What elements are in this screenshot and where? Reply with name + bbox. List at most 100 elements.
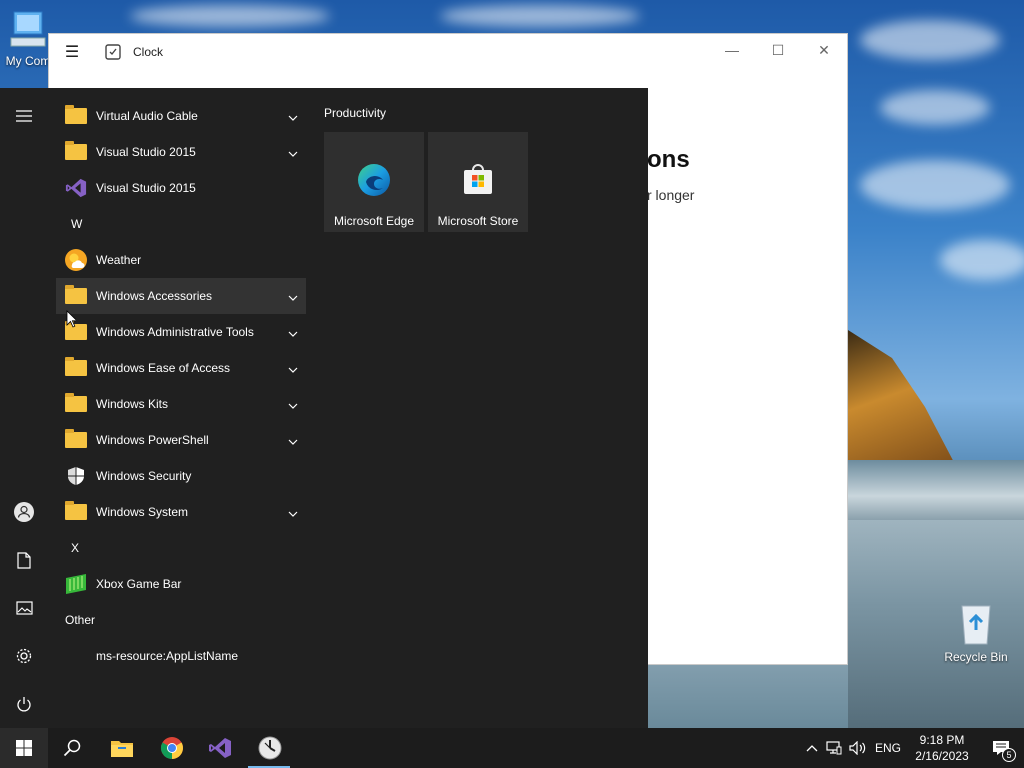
app-item-label: Windows Security bbox=[96, 469, 192, 483]
tiles-group-productivity: Productivity Microsoft Edge Microsoft St… bbox=[324, 106, 528, 232]
clock-heading: ons bbox=[647, 146, 690, 173]
taskbar-file-explorer[interactable] bbox=[98, 728, 146, 768]
app-item-windows-powershell[interactable]: Windows PowerShell bbox=[56, 422, 306, 458]
desktop-icon-label: My Com bbox=[5, 54, 51, 68]
app-item-windows-security[interactable]: Windows Security bbox=[56, 458, 306, 494]
app-item-windows-system[interactable]: Windows System bbox=[56, 494, 306, 530]
language-indicator[interactable]: ENG bbox=[870, 728, 906, 768]
app-item-windows-accessories[interactable]: Windows Accessories bbox=[56, 278, 306, 314]
visual-studio-icon bbox=[64, 176, 88, 200]
folder-icon bbox=[64, 140, 88, 164]
app-item-label: Windows System bbox=[96, 505, 189, 519]
mouse-cursor-icon bbox=[66, 310, 76, 328]
recycle-bin-icon bbox=[956, 600, 996, 646]
shield-icon bbox=[64, 464, 88, 488]
wallpaper-cliff bbox=[848, 330, 958, 470]
folder-icon bbox=[64, 284, 88, 308]
folder-icon bbox=[64, 356, 88, 380]
group-header-other: Other bbox=[65, 613, 96, 627]
wallpaper-sea bbox=[848, 460, 1024, 520]
app-item-windows-kits[interactable]: Windows Kits bbox=[56, 386, 306, 422]
search-icon bbox=[63, 739, 81, 757]
desktop-icon-recycle-bin[interactable]: Recycle Bin bbox=[940, 600, 1012, 664]
tile-microsoft-store[interactable]: Microsoft Store bbox=[428, 132, 528, 232]
chevron-down-icon[interactable] bbox=[288, 110, 298, 124]
volume-icon[interactable] bbox=[846, 728, 870, 768]
network-icon[interactable] bbox=[822, 728, 846, 768]
power-icon[interactable] bbox=[0, 684, 48, 724]
clock-app-icon bbox=[105, 44, 121, 60]
app-item-visual-studio-2015[interactable]: Visual Studio 2015 bbox=[56, 170, 306, 206]
app-item-label: Visual Studio 2015 bbox=[96, 181, 196, 195]
taskbar-visual-studio[interactable] bbox=[196, 728, 244, 768]
folder-icon bbox=[64, 392, 88, 416]
folder-icon bbox=[64, 500, 88, 524]
tile-label: Microsoft Store bbox=[437, 214, 519, 228]
store-icon bbox=[464, 164, 492, 194]
app-item-label: Windows PowerShell bbox=[96, 433, 209, 447]
taskbar: ENG 9:18 PM 2/16/2023 5 bbox=[0, 728, 1024, 768]
document-icon[interactable] bbox=[0, 540, 48, 580]
chevron-down-icon[interactable] bbox=[288, 398, 298, 412]
tile-label: Microsoft Edge bbox=[333, 214, 415, 228]
edge-icon bbox=[358, 164, 390, 196]
folder-icon bbox=[64, 104, 88, 128]
app-item-label: Windows Accessories bbox=[96, 289, 213, 303]
chevron-down-icon[interactable] bbox=[288, 362, 298, 376]
taskbar-chrome[interactable] bbox=[148, 728, 196, 768]
app-item-visual-studio-2015[interactable]: Visual Studio 2015 bbox=[56, 134, 306, 170]
taskbar-clock-app[interactable] bbox=[246, 728, 294, 768]
start-button[interactable] bbox=[0, 728, 48, 768]
clock-subtext: r longer bbox=[647, 187, 695, 203]
start-menu: Virtual Audio Cable Visual Studio 2015 Vis… bbox=[0, 88, 648, 728]
minimize-button[interactable]: — bbox=[709, 34, 755, 66]
app-item-ms-resource-applistname[interactable]: ms-resource:AppListName bbox=[56, 638, 306, 674]
app-item-label: Weather bbox=[96, 253, 142, 267]
app-item-virtual-audio-cable[interactable]: Virtual Audio Cable bbox=[56, 98, 306, 134]
close-button[interactable]: ✕ bbox=[801, 34, 847, 66]
app-item-xbox-game-bar[interactable]: Xbox Game Bar bbox=[56, 566, 306, 602]
clock-icon bbox=[258, 736, 282, 760]
action-center-button[interactable]: 5 bbox=[978, 728, 1024, 768]
weather-icon bbox=[64, 248, 88, 272]
user-icon[interactable] bbox=[0, 492, 48, 532]
tiles-group-title: Productivity bbox=[324, 106, 387, 120]
system-tray: ENG 9:18 PM 2/16/2023 5 bbox=[802, 728, 1024, 768]
tray-chevron-up-icon[interactable] bbox=[802, 728, 822, 768]
taskbar-search-button[interactable] bbox=[48, 728, 96, 768]
pictures-icon[interactable] bbox=[0, 588, 48, 628]
letter-header-w[interactable]: W bbox=[56, 206, 306, 242]
chevron-down-icon[interactable] bbox=[288, 290, 298, 304]
start-rail bbox=[0, 88, 48, 728]
app-item-weather[interactable]: Weather bbox=[56, 242, 306, 278]
desktop-icon-label: Recycle Bin bbox=[944, 650, 1008, 664]
settings-icon[interactable] bbox=[0, 636, 48, 676]
taskbar-clock[interactable]: 9:18 PM 2/16/2023 bbox=[906, 728, 978, 768]
chrome-icon bbox=[161, 737, 183, 759]
chevron-down-icon[interactable] bbox=[288, 326, 298, 340]
clock-titlebar[interactable]: ☰ Clock — ☐ ✕ bbox=[49, 34, 847, 70]
app-item-windows-ease-of-access[interactable]: Windows Ease of Access bbox=[56, 350, 306, 386]
app-item-label: Xbox Game Bar bbox=[96, 577, 182, 591]
taskbar-time: 9:18 PM bbox=[919, 733, 965, 747]
chevron-down-icon[interactable] bbox=[288, 146, 298, 160]
taskbar-date: 2/16/2023 bbox=[915, 749, 969, 763]
maximize-button[interactable]: ☐ bbox=[755, 34, 801, 66]
notification-count-badge: 5 bbox=[1002, 748, 1016, 762]
file-explorer-icon bbox=[111, 741, 133, 757]
app-item-windows-administrative-tools[interactable]: Windows Administrative Tools bbox=[56, 314, 306, 350]
app-item-label: Windows Administrative Tools bbox=[96, 325, 254, 339]
tile-microsoft-edge[interactable]: Microsoft Edge bbox=[324, 132, 424, 232]
letter-header-x[interactable]: X bbox=[56, 530, 306, 566]
app-item-label: Visual Studio 2015 bbox=[96, 145, 196, 159]
clock-hamburger-icon[interactable]: ☰ bbox=[49, 34, 95, 70]
app-item-label: Virtual Audio Cable bbox=[96, 109, 198, 123]
xbox-game-bar-icon bbox=[64, 572, 88, 596]
chevron-down-icon[interactable] bbox=[288, 434, 298, 448]
chevron-down-icon[interactable] bbox=[288, 506, 298, 520]
hamburger-icon[interactable] bbox=[0, 96, 48, 136]
app-list: Virtual Audio Cable Visual Studio 2015 Vis… bbox=[56, 98, 306, 674]
window-title: Clock bbox=[133, 45, 164, 59]
visual-studio-icon bbox=[209, 738, 231, 758]
folder-icon bbox=[64, 428, 88, 452]
